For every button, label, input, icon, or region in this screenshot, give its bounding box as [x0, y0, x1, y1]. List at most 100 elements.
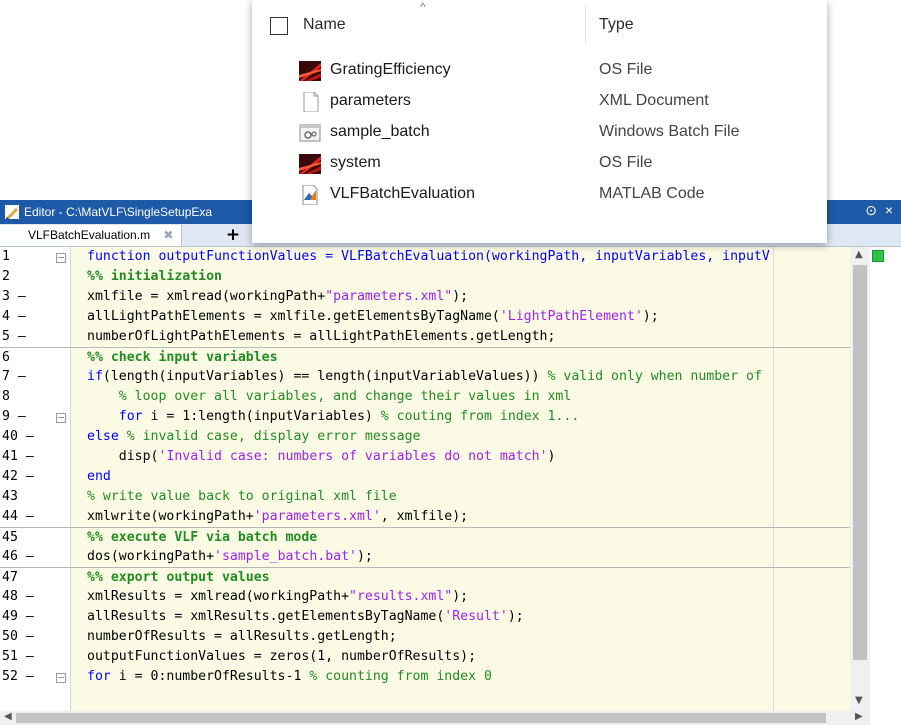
- column-header-name[interactable]: Name: [303, 16, 346, 34]
- add-tab-button[interactable]: +: [222, 225, 244, 246]
- code-line[interactable]: 40 — else % invalid case, display error …: [0, 427, 850, 447]
- code-text: %% execute VLF via batch mode: [87, 530, 318, 545]
- line-number: 41 —: [2, 449, 34, 464]
- code-line[interactable]: 1 function outputFunctionValues = VLFBat…: [0, 247, 850, 267]
- line-number: 50 —: [2, 629, 34, 644]
- code-line[interactable]: 44 — xmlwrite(workingPath+'parameters.xm…: [0, 507, 850, 527]
- editor-menu-icon[interactable]: ⊙: [865, 202, 877, 218]
- tab-close-icon[interactable]: ✖: [163, 228, 173, 242]
- code-analyzer-status-icon[interactable]: [872, 250, 884, 262]
- code-line[interactable]: 4 — allLightPathElements = xmlfile.getEl…: [0, 307, 850, 327]
- file-row[interactable]: GratingEfficiency OS File: [252, 55, 827, 86]
- file-row[interactable]: VLFBatchEvaluation MATLAB Code: [252, 179, 827, 210]
- file-row[interactable]: parameters XML Document: [252, 86, 827, 117]
- column-header-type[interactable]: Type: [599, 16, 634, 34]
- scroll-up-icon[interactable]: ▲: [855, 249, 863, 260]
- line-number: 3 —: [2, 289, 26, 304]
- file-name: parameters: [330, 92, 411, 109]
- code-line[interactable]: 3 — xmlfile = xmlread(workingPath+"param…: [0, 287, 850, 307]
- line-number: 6: [2, 350, 10, 365]
- code-line[interactable]: 45 %% execute VLF via batch mode: [0, 527, 850, 548]
- code-line[interactable]: 2 %% initialization: [0, 267, 850, 287]
- line-number: 9 —: [2, 409, 26, 424]
- code-text: for i = 0:numberOfResults-1 % counting f…: [87, 669, 492, 684]
- line-number: 7 —: [2, 369, 26, 384]
- file-type: Windows Batch File: [599, 123, 740, 140]
- code-text: dos(workingPath+'sample_batch.bat');: [87, 549, 373, 564]
- code-text: xmlfile = xmlread(workingPath+"parameter…: [87, 289, 469, 304]
- file-type: XML Document: [599, 92, 709, 109]
- horizontal-scrollbar[interactable]: ◀ ▶: [0, 711, 870, 725]
- file-row[interactable]: sample_batch Windows Batch File: [252, 117, 827, 148]
- os-file-icon: [299, 154, 321, 174]
- code-line[interactable]: 48 — xmlResults = xmlread(workingPath+"r…: [0, 587, 850, 607]
- scroll-right-icon[interactable]: ▶: [855, 711, 863, 722]
- line-number: 42 —: [2, 469, 34, 484]
- line-number: 44 —: [2, 509, 34, 524]
- code-line[interactable]: 41 — disp('Invalid case: numbers of vari…: [0, 447, 850, 467]
- code-text: for i = 1:length(inputVariables) % couti…: [118, 409, 580, 424]
- tab-label: VLFBatchEvaluation.m: [28, 228, 151, 242]
- code-text: disp('Invalid case: numbers of variables…: [87, 449, 556, 464]
- code-text: if(length(inputVariables) == length(inpu…: [87, 369, 762, 384]
- line-number: 2: [2, 269, 10, 284]
- code-editor[interactable]: 1 function outputFunctionValues = VLFBat…: [0, 247, 850, 711]
- code-text: %% export output values: [87, 570, 270, 585]
- line-number: 5 —: [2, 329, 26, 344]
- file-name: system: [330, 154, 381, 171]
- line-number: 45: [2, 530, 18, 545]
- line-number: 43: [2, 489, 18, 504]
- editor-close-icon[interactable]: ×: [885, 202, 893, 218]
- scroll-left-icon[interactable]: ◀: [4, 711, 12, 722]
- sort-ascending-icon: ^: [420, 0, 426, 14]
- code-line[interactable]: 49 — allResults = xmlResults.getElements…: [0, 607, 850, 627]
- code-line[interactable]: 6 %% check input variables: [0, 347, 850, 368]
- batch-file-icon: [299, 124, 321, 142]
- code-line[interactable]: 52 — for i = 0:numberOfResults-1 % count…: [0, 667, 850, 687]
- vertical-scroll-thumb[interactable]: [853, 265, 867, 660]
- xml-document-icon: [303, 92, 319, 112]
- code-line[interactable]: 42 — end: [0, 467, 850, 487]
- file-name: sample_batch: [330, 123, 430, 140]
- select-all-checkbox[interactable]: [270, 17, 288, 35]
- file-row[interactable]: system OS File: [252, 148, 827, 179]
- scroll-down-icon[interactable]: ▼: [855, 695, 863, 706]
- fold-plus-icon[interactable]: [56, 413, 66, 423]
- file-name: GratingEfficiency: [330, 61, 451, 78]
- code-text: %% initialization: [87, 269, 222, 284]
- line-number: 40 —: [2, 429, 34, 444]
- fold-plus-icon[interactable]: [56, 673, 66, 683]
- line-number: 47: [2, 570, 18, 585]
- code-text: else % invalid case, display error messa…: [87, 429, 421, 444]
- code-text: xmlwrite(workingPath+'parameters.xml', x…: [87, 509, 469, 524]
- line-number: 51 —: [2, 649, 34, 664]
- code-text: % write value back to original xml file: [87, 489, 397, 504]
- code-line[interactable]: 9 — for i = 1:length(inputVariables) % c…: [0, 407, 850, 427]
- code-line[interactable]: 5 — numberOfLightPathElements = allLight…: [0, 327, 850, 347]
- code-line[interactable]: 47 %% export output values: [0, 567, 850, 588]
- code-text: % loop over all variables, and change th…: [87, 389, 572, 404]
- file-type: OS File: [599, 154, 653, 171]
- line-number: 4 —: [2, 309, 26, 324]
- code-text: allLightPathElements = xmlfile.getElemen…: [87, 309, 659, 324]
- code-text: numberOfLightPathElements = allLightPath…: [87, 329, 556, 344]
- code-text: function outputFunctionValues = VLFBatch…: [87, 249, 770, 264]
- code-text: xmlResults = xmlread(workingPath+"result…: [87, 589, 469, 604]
- code-line[interactable]: 46 — dos(workingPath+'sample_batch.bat')…: [0, 547, 850, 567]
- code-line[interactable]: 50 — numberOfResults = allResults.getLen…: [0, 627, 850, 647]
- code-line[interactable]: 51 — outputFunctionValues = zeros(1, num…: [0, 647, 850, 667]
- code-line[interactable]: 43 % write value back to original xml fi…: [0, 487, 850, 507]
- code-line[interactable]: 7 — if(length(inputVariables) == length(…: [0, 367, 850, 387]
- column-divider[interactable]: [585, 6, 586, 44]
- tab-vlfbatchevaluation[interactable]: VLFBatchEvaluation.m ✖: [0, 225, 183, 246]
- editor-title: Editor - C:\MatVLF\SingleSetupExa: [24, 205, 213, 219]
- code-line[interactable]: 8 % loop over all variables, and change …: [0, 387, 850, 407]
- code-text: end: [87, 469, 111, 484]
- editor-app-icon: [5, 205, 19, 219]
- file-name: VLFBatchEvaluation: [330, 185, 475, 202]
- fold-minus-icon[interactable]: [56, 253, 66, 263]
- horizontal-scroll-thumb[interactable]: [16, 713, 826, 723]
- vertical-scrollbar[interactable]: ▲ ▼: [850, 247, 870, 711]
- file-explorer-list: ^ Name Type GratingEfficiency OS File pa…: [252, 0, 827, 243]
- os-file-icon: [299, 61, 321, 81]
